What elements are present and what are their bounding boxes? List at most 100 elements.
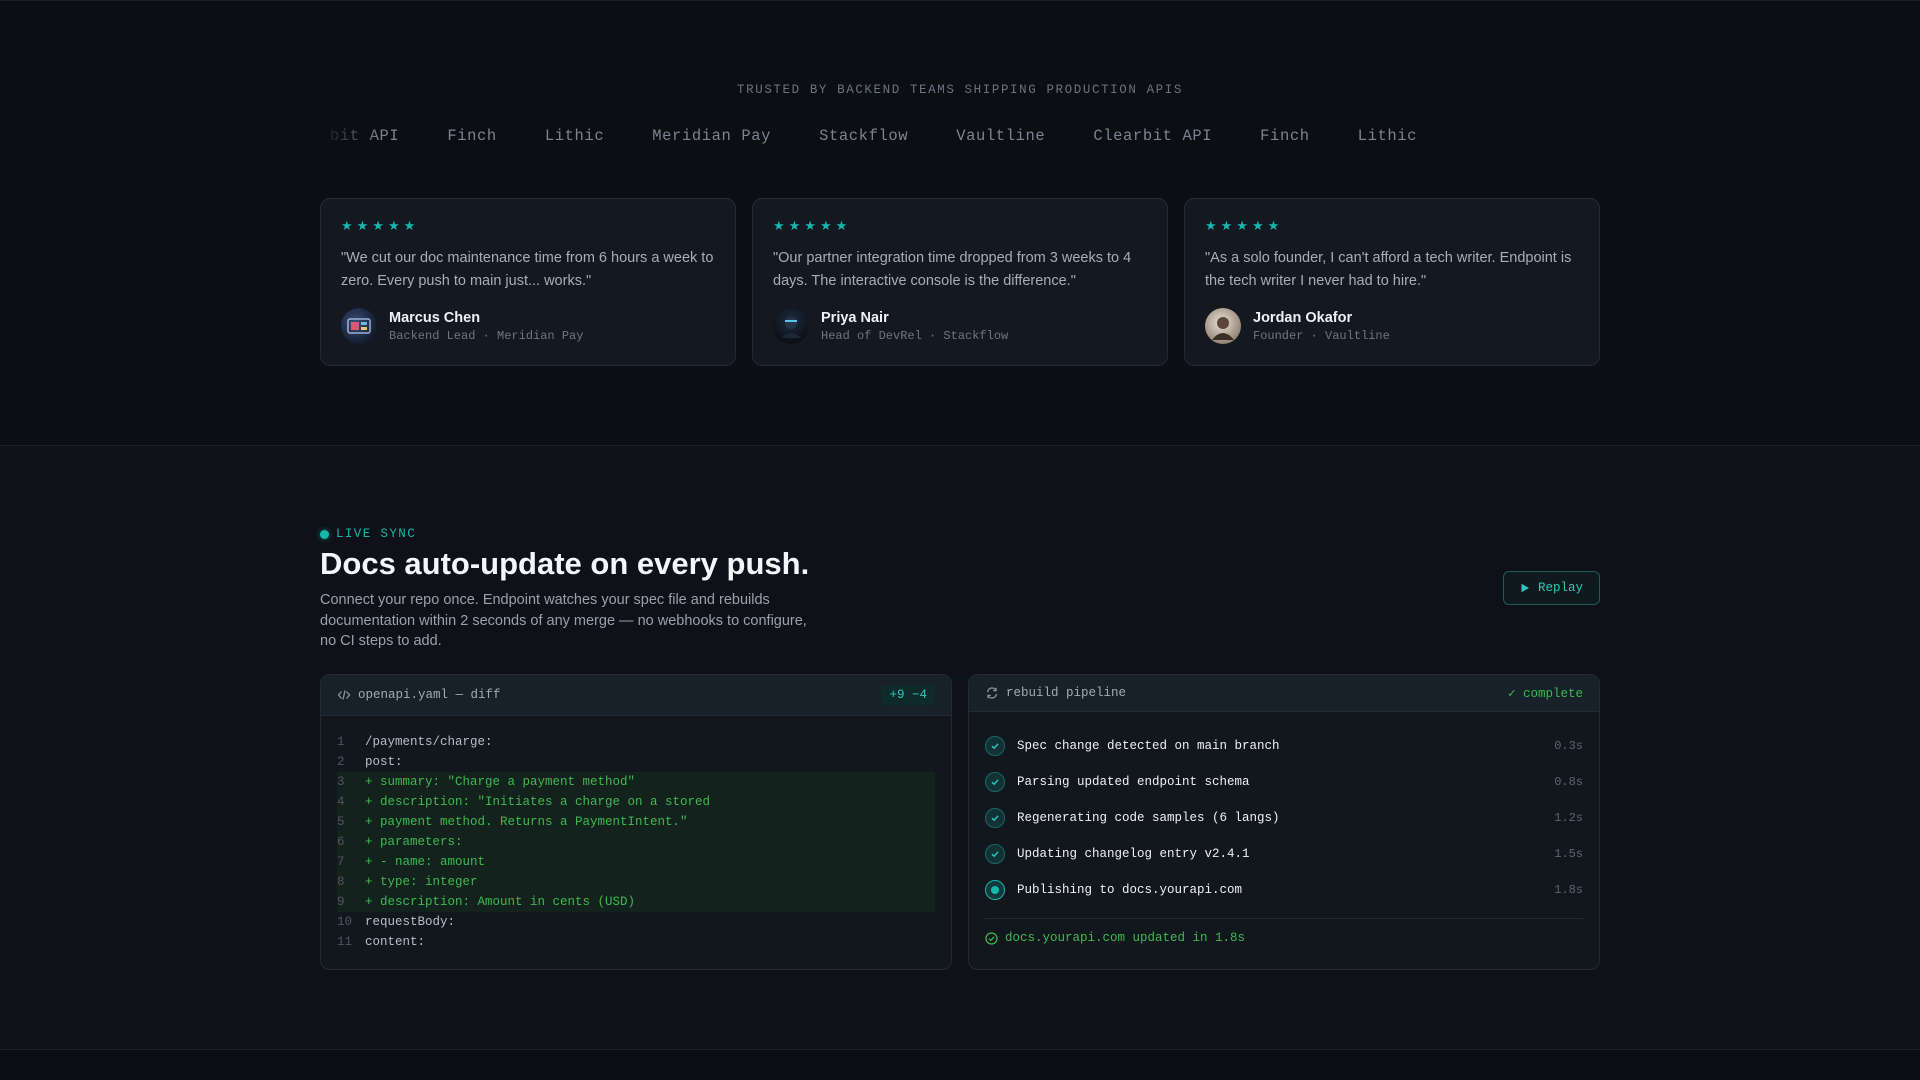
star-rating: ★★★★★ [341,218,420,233]
star-rating: ★★★★★ [1205,218,1284,233]
step-label: Updating changelog entry v2.4.1 [1017,847,1250,861]
testimonial-card: ★★★★★ "We cut our doc maintenance time f… [320,198,736,366]
line-number: 8 [337,875,345,889]
line-number: 5 [337,815,345,829]
line-text: + parameters: [365,835,463,849]
diff-line-added: 8 + type: integer [337,872,935,892]
check-icon [985,808,1005,828]
author-role: Backend Lead · Meridian Pay [389,328,584,343]
line-text: /payments/charge: [365,735,493,749]
refresh-icon [985,686,999,700]
check-icon [985,844,1005,864]
testimonial-quote: "Our partner integration time dropped fr… [773,250,1132,289]
line-number: 6 [337,835,345,849]
diff-stat-badge: +9 −4 [881,685,935,705]
logo-item: Vaultline [956,127,1046,145]
code-icon [337,688,351,702]
live-sync-badge: LIVE SYNC [320,527,416,541]
live-sync-section: LIVE SYNC Docs auto-update on every push… [0,446,1920,1050]
avatar [773,308,809,344]
line-number: 9 [337,895,345,909]
diff-line-added: 5 + payment method. Returns a PaymentInte… [337,812,935,832]
step-time: 1.8s [1554,883,1583,897]
pulse-dot-icon [320,529,329,539]
author-name: Jordan Okafor [1253,309,1353,326]
step-label: Regenerating code samples (6 langs) [1017,811,1280,825]
avatar [1205,308,1241,344]
avatar-image-icon [347,318,371,334]
line-number: 4 [337,795,345,809]
testimonial-author: Priya Nair Head of DevRel · Stackflow [773,308,1147,344]
pipeline-panel-header: rebuild pipeline ✓ complete [969,675,1599,712]
step-label: Parsing updated endpoint schema [1017,775,1250,789]
testimonials-section: TRUSTED BY BACKEND TEAMS SHIPPING PRODUC… [0,0,1920,446]
diff-code: 1/payments/charge: 2 post: 3 + summary: "C… [321,716,951,952]
logo-marquee: bit API Finch Lithic Meridian Pay Stackf… [320,127,1600,153]
diff-line: 2 post: [337,752,935,772]
logo-item: Meridian Pay [652,127,772,145]
diff-line-added: 9 + description: Amount in cents (USD) [337,892,935,912]
step-time: 1.5s [1554,847,1583,861]
section-description: Connect your repo once. Endpoint watches… [320,592,807,649]
logo-item: Finch [1260,127,1310,145]
author-name: Marcus Chen [389,309,481,326]
star-rating: ★★★★★ [773,218,852,233]
testimonial-cards: ★★★★★ "We cut our doc maintenance time f… [320,198,1600,366]
trusted-by-label: TRUSTED BY BACKEND TEAMS SHIPPING PRODUC… [737,83,1183,97]
pipeline-result: docs.yourapi.com updated in 1.8s [969,919,1599,945]
pipeline-steps: Spec change detected on main branch 0.3s… [969,712,1599,908]
diff-panel-header: openapi.yaml — diff +9 −4 [321,675,951,716]
step-label: Publishing to docs.yourapi.com [1017,883,1243,897]
line-text: post: [365,755,403,769]
line-number: 7 [337,855,345,869]
author-role: Head of DevRel · Stackflow [821,328,1009,343]
logo-item: Lithic [1357,127,1418,145]
line-text: requestBody: [365,915,456,929]
line-text: + description: Amount in cents (USD) [365,895,636,909]
line-text: + summary: "Charge a payment method" [365,775,636,789]
diff-line-added: 6 + parameters: [337,832,935,852]
testimonial-author: Marcus Chen Backend Lead · Meridian Pay [341,308,715,344]
pipeline-step: Regenerating code samples (6 langs) 1.2s [985,800,1583,836]
diff-line-added: 4 + description: "Initiates a charge on a… [337,792,935,812]
replay-label: Replay [1537,581,1583,595]
pipeline-title: rebuild pipeline [1006,686,1127,700]
line-text: + description: "Initiates a charge on a … [365,795,711,809]
testimonial-card: ★★★★★ "Our partner integration time drop… [752,198,1168,366]
badge-label: LIVE SYNC [336,527,417,541]
diff-line-added: 7 + - name: amount [337,852,935,872]
line-number: 2 [337,755,345,769]
check-icon [985,772,1005,792]
line-number: 11 [337,935,353,949]
logo-item: Stackflow [819,127,909,145]
diff-line: 1/payments/charge: [337,732,935,752]
diff-panel: openapi.yaml — diff +9 −4 1/payments/cha… [320,674,952,970]
testimonial-quote: "We cut our doc maintenance time from 6 … [341,250,714,289]
line-text: + - name: amount [365,855,486,869]
line-text: + payment method. Returns a PaymentInten… [365,815,688,829]
pipeline-step: Parsing updated endpoint schema 0.8s [985,764,1583,800]
line-text: content: [365,935,426,949]
testimonial-author: Jordan Okafor Founder · Vaultline [1205,308,1579,344]
author-role: Founder · Vaultline [1253,328,1390,343]
play-icon [1520,583,1530,593]
diff-line-added: 3 + summary: "Charge a payment method" [337,772,935,792]
logo-item: Clearbit API [1093,127,1213,145]
pipeline-status: ✓ complete [1507,687,1583,701]
step-time: 1.2s [1554,811,1583,825]
diff-line: 10 requestBody: [337,912,935,932]
line-number: 1 [337,735,345,749]
replay-button[interactable]: Replay [1503,571,1600,605]
logo-item: bit API [330,127,400,145]
pipeline-step: Spec change detected on main branch 0.3s [985,728,1583,764]
line-number: 10 [337,915,353,929]
author-name: Priya Nair [821,309,889,326]
progress-dot-icon [985,880,1005,900]
testimonial-card: ★★★★★ "As a solo founder, I can't afford… [1184,198,1600,366]
avatar-image-icon [1212,317,1234,340]
step-label: Spec change detected on main branch [1017,739,1280,753]
line-number: 3 [337,775,345,789]
footer-strip [0,1050,1920,1080]
logo-item: Finch [447,127,497,145]
section-headline: Docs auto-update on every push. [320,546,810,581]
